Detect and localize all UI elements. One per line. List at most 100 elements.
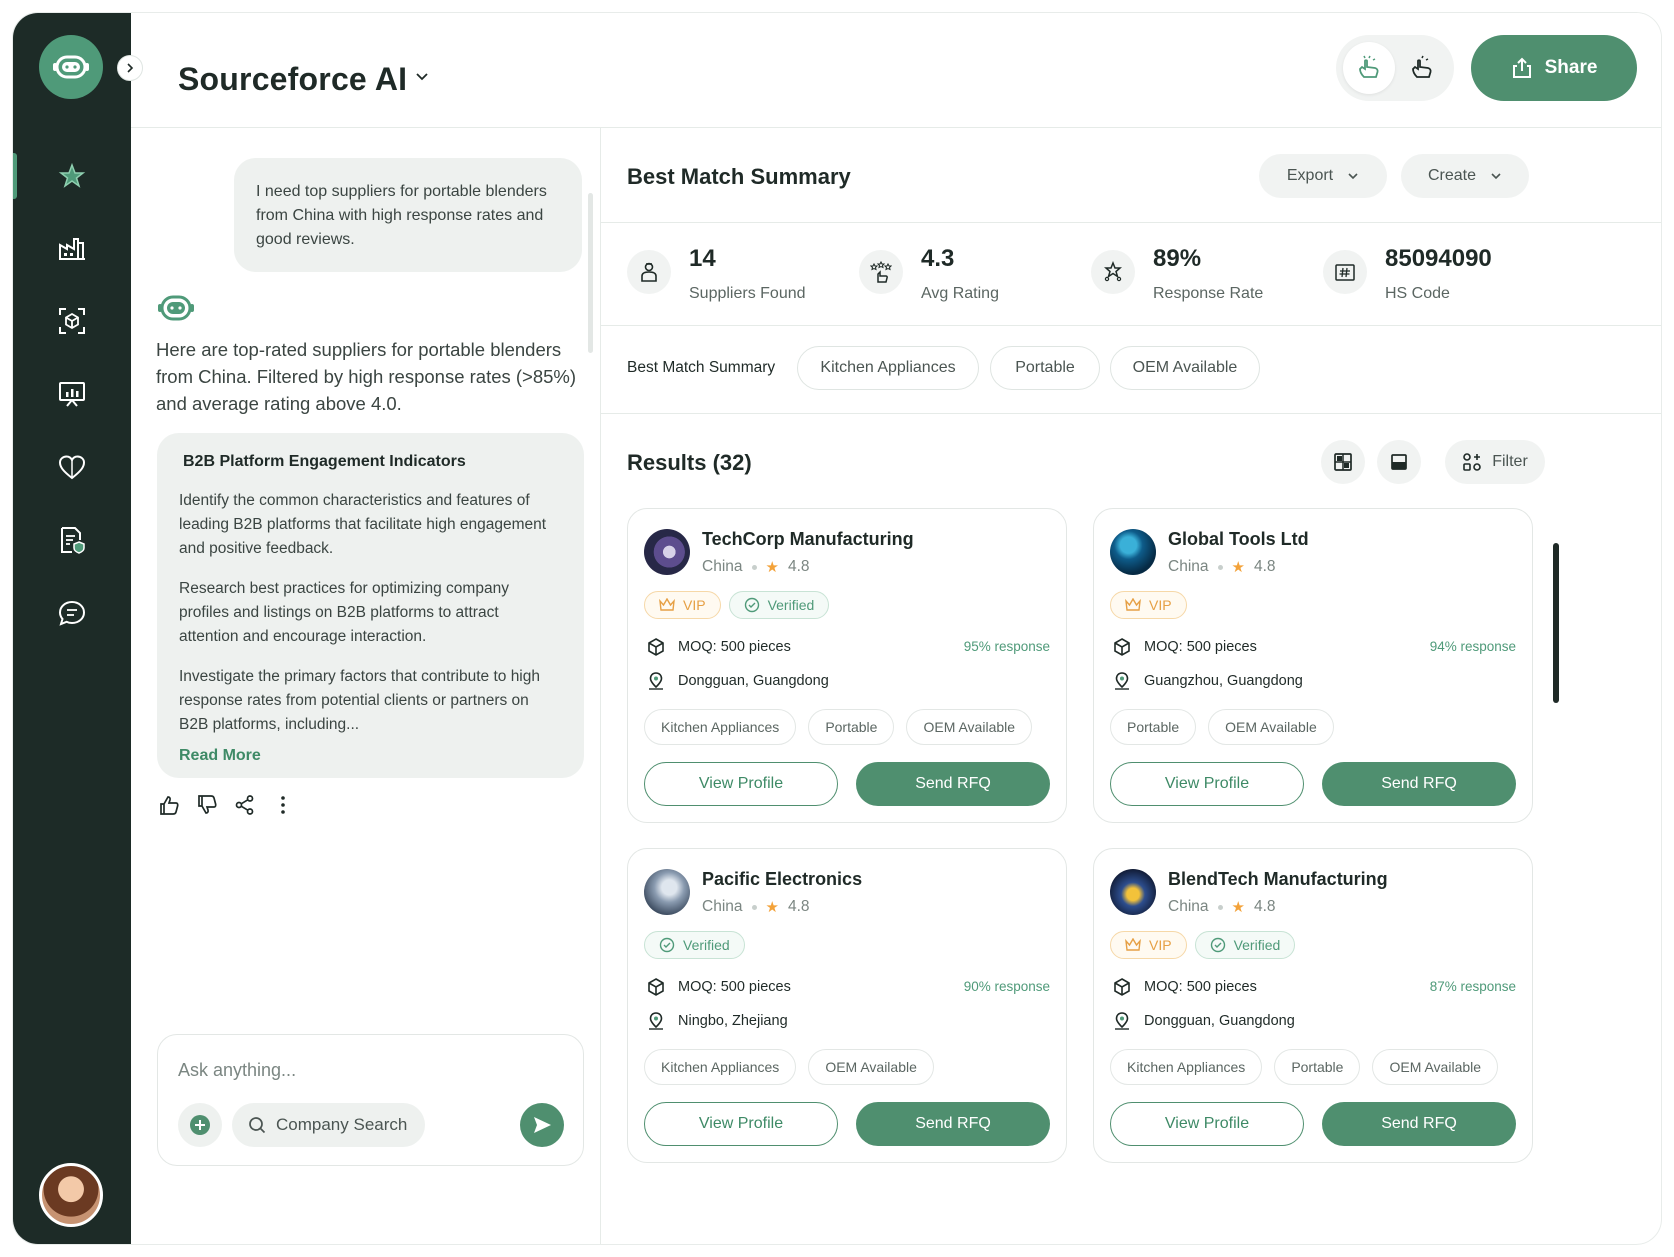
supplier-name[interactable]: Global Tools Ltd bbox=[1168, 529, 1309, 550]
chip-kitchen-appliances[interactable]: Kitchen Appliances bbox=[797, 346, 979, 390]
view-profile-button[interactable]: View Profile bbox=[1110, 1102, 1304, 1146]
send-rfq-button[interactable]: Send RFQ bbox=[1322, 1102, 1516, 1146]
chat-input[interactable] bbox=[178, 1055, 558, 1085]
response-rate: 95% response bbox=[963, 639, 1050, 654]
filter-button[interactable]: Filter bbox=[1445, 440, 1545, 484]
chevron-down-icon bbox=[1348, 173, 1358, 180]
chip-portable[interactable]: Portable bbox=[990, 346, 1100, 390]
company-search-button[interactable]: Company Search bbox=[232, 1103, 426, 1147]
supplier-meta: China ★ 4.8 bbox=[702, 898, 810, 916]
add-attachment-button[interactable] bbox=[178, 1103, 222, 1147]
summary-header: Best Match Summary Export Create bbox=[601, 128, 1661, 223]
send-button[interactable] bbox=[520, 1103, 564, 1147]
hand-pointer-icon bbox=[1359, 55, 1379, 78]
filter-icon bbox=[1463, 453, 1482, 471]
supplier-card[interactable]: BlendTech Manufacturing China ★ 4.8 VIP Ve… bbox=[1093, 848, 1533, 1163]
results-scrollbar[interactable] bbox=[1553, 543, 1559, 703]
tag[interactable]: Portable bbox=[1110, 709, 1197, 745]
crown-icon bbox=[1125, 598, 1141, 611]
tag[interactable]: OEM Available bbox=[906, 709, 1033, 745]
tag[interactable]: OEM Available bbox=[1372, 1049, 1499, 1085]
stat-hs-code: 85094090 HS Code bbox=[1323, 245, 1492, 303]
tag[interactable]: Kitchen Appliances bbox=[1110, 1049, 1263, 1085]
sidebar-item-messages[interactable] bbox=[13, 582, 131, 644]
stat-value: 89% bbox=[1153, 245, 1202, 272]
send-rfq-button[interactable]: Send RFQ bbox=[856, 1102, 1050, 1146]
thumbs-down-icon[interactable] bbox=[195, 793, 219, 817]
supplier-card[interactable]: Pacific Electronics China ★ 4.8 Verified M… bbox=[627, 848, 1067, 1163]
sidebar-item-favorites[interactable] bbox=[13, 436, 131, 498]
tag[interactable]: OEM Available bbox=[808, 1049, 934, 1085]
sidebar-item-analytics[interactable] bbox=[13, 363, 131, 425]
supplier-tags: Kitchen Appliances Portable OEM Availabl… bbox=[644, 709, 1033, 745]
star-icon: ★ bbox=[1231, 899, 1245, 916]
share-nodes-icon[interactable] bbox=[233, 793, 257, 817]
verified-check-icon bbox=[744, 597, 759, 613]
tag[interactable]: OEM Available bbox=[1208, 709, 1334, 745]
tag[interactable]: Portable bbox=[808, 709, 895, 745]
user-avatar[interactable] bbox=[39, 1163, 103, 1227]
sidebar-item-ai[interactable] bbox=[13, 145, 131, 207]
stat-rating: 4.3 Avg Rating bbox=[859, 245, 999, 303]
thumbs-up-icon[interactable] bbox=[157, 793, 181, 817]
view-profile-button[interactable]: View Profile bbox=[644, 1102, 838, 1146]
export-label: Export bbox=[1286, 167, 1334, 184]
view-profile-button[interactable]: View Profile bbox=[1110, 762, 1304, 806]
chip-oem-available[interactable]: OEM Available bbox=[1110, 346, 1260, 390]
hand-pointer-icon bbox=[1412, 55, 1432, 78]
response-rate: 90% response bbox=[963, 979, 1050, 994]
user-message: I need top suppliers for portable blende… bbox=[234, 158, 582, 272]
mode-toggle-left[interactable] bbox=[1343, 42, 1395, 94]
verified-label: Verified bbox=[767, 597, 815, 613]
chat-scrollbar[interactable] bbox=[588, 193, 593, 353]
sidebar-item-factory[interactable] bbox=[13, 217, 131, 279]
grid-view-button[interactable] bbox=[1321, 440, 1365, 484]
sidebar-item-documents[interactable] bbox=[13, 509, 131, 571]
supplier-card[interactable]: Global Tools Ltd China ★ 4.8 VIP MOQ: 500 … bbox=[1093, 508, 1533, 823]
more-vertical-icon[interactable] bbox=[271, 793, 295, 817]
search-icon bbox=[249, 1117, 266, 1134]
send-rfq-button[interactable]: Send RFQ bbox=[856, 762, 1050, 806]
sidebar-collapse-button[interactable] bbox=[117, 55, 143, 81]
supplier-name[interactable]: Pacific Electronics bbox=[702, 869, 862, 890]
supplier-badges: VIP bbox=[1110, 591, 1187, 619]
chevron-right-icon bbox=[127, 63, 134, 73]
list-view-button[interactable] bbox=[1377, 440, 1421, 484]
send-rfq-button[interactable]: Send RFQ bbox=[1322, 762, 1516, 806]
export-button[interactable]: Export bbox=[1259, 154, 1387, 198]
app-title[interactable]: Sourceforce AI bbox=[178, 61, 407, 98]
verified-check-icon bbox=[1210, 937, 1225, 953]
list-view-icon bbox=[1391, 454, 1407, 470]
sidebar bbox=[13, 13, 131, 1244]
sidebar-item-products[interactable] bbox=[13, 290, 131, 352]
mode-toggle bbox=[1336, 35, 1454, 101]
separator-dot bbox=[751, 564, 757, 570]
create-button[interactable]: Create bbox=[1401, 154, 1529, 198]
stat-label: HS Code bbox=[1385, 285, 1450, 302]
supplier-name[interactable]: TechCorp Manufacturing bbox=[702, 529, 914, 550]
results-title: Results (32) bbox=[627, 450, 752, 475]
message-actions bbox=[157, 793, 295, 817]
supplier-meta: China ★ 4.8 bbox=[702, 558, 810, 576]
tag[interactable]: Kitchen Appliances bbox=[644, 1049, 797, 1085]
chevron-down-icon[interactable] bbox=[414, 69, 430, 85]
verified-badge: Verified bbox=[1194, 931, 1296, 959]
chevron-down-icon bbox=[1491, 173, 1501, 180]
share-button[interactable]: Share bbox=[1471, 35, 1637, 101]
app-window: Sourceforce AI Share I need top supplier… bbox=[12, 12, 1662, 1245]
mode-toggle-right[interactable] bbox=[1396, 42, 1448, 94]
supplier-country: China bbox=[1168, 898, 1209, 915]
stat-value: 4.3 bbox=[921, 245, 955, 272]
supplier-card[interactable]: TechCorp Manufacturing China ★ 4.8 VIP Ver… bbox=[627, 508, 1067, 823]
tag[interactable]: Portable bbox=[1274, 1049, 1361, 1085]
location-row: Ningbo, Zhejiang bbox=[646, 1011, 788, 1031]
location-text: Dongguan, Guangdong bbox=[1144, 1013, 1295, 1029]
moq-row: MOQ: 500 pieces bbox=[646, 977, 791, 997]
cube-scan-icon bbox=[59, 308, 85, 334]
tag[interactable]: Kitchen Appliances bbox=[644, 709, 797, 745]
supplier-name[interactable]: BlendTech Manufacturing bbox=[1168, 869, 1388, 890]
supplier-country: China bbox=[702, 898, 743, 915]
read-more-link[interactable]: Read More bbox=[179, 747, 562, 765]
robot-logo-icon[interactable] bbox=[39, 35, 103, 99]
view-profile-button[interactable]: View Profile bbox=[644, 762, 838, 806]
